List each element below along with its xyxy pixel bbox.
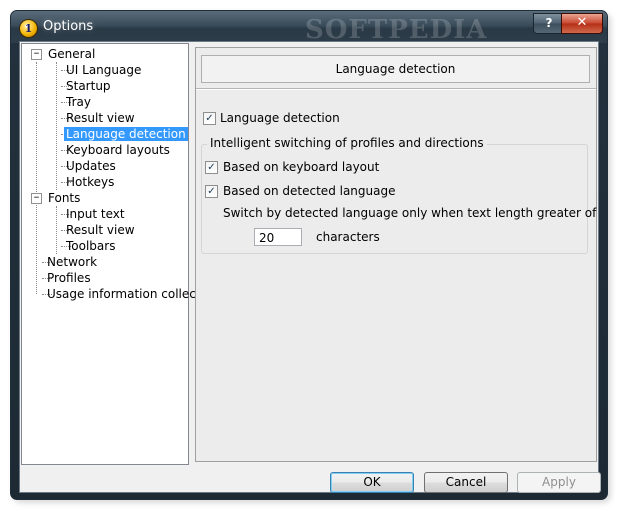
window-title: Options — [43, 19, 94, 34]
tree-item-startup[interactable]: Startup — [64, 78, 113, 94]
tree-item-label: Input text — [66, 207, 125, 221]
characters-label: characters — [316, 230, 380, 244]
tree-item-label: General — [48, 47, 96, 61]
tree-item-ui-language[interactable]: UI Language — [64, 62, 143, 78]
tree-item-network[interactable]: Network — [45, 254, 99, 270]
header-separator — [196, 88, 596, 90]
ok-button[interactable]: OK — [330, 472, 414, 493]
close-button[interactable]: ✕ — [561, 13, 603, 34]
keyboard-layout-checkbox[interactable]: ✓ — [205, 161, 218, 174]
group-title: Intelligent switching of profiles and di… — [207, 136, 487, 150]
tree-item-updates[interactable]: Updates — [64, 158, 118, 174]
options-tree[interactable]: − General UI Language Startup Tray Resul… — [21, 43, 219, 465]
tree-item-label: Updates — [66, 159, 116, 173]
tree-item-label: Profiles — [47, 271, 91, 285]
panel-header: Language detection — [201, 55, 590, 83]
tree-item-keyboard-layouts[interactable]: Keyboard layouts — [64, 142, 172, 158]
intelligent-switching-group: Intelligent switching of profiles and di… — [201, 136, 596, 254]
tree-item-fonts-result-view[interactable]: Result view — [64, 222, 137, 238]
tree-item-hotkeys[interactable]: Hotkeys — [64, 174, 116, 190]
language-detection-label: Language detection — [220, 111, 340, 125]
tree-item-label: Network — [47, 255, 98, 269]
tree-item-general[interactable]: General — [46, 46, 97, 62]
tree-item-label: Keyboard layouts — [66, 143, 170, 157]
cancel-button[interactable]: Cancel — [424, 472, 508, 493]
tree-item-label: Result view — [66, 223, 135, 237]
settings-panel: Language detection ✓ Language detection … — [195, 47, 597, 462]
text-length-input[interactable]: 20 — [254, 228, 302, 246]
detected-language-checkbox[interactable]: ✓ — [205, 185, 218, 198]
tree-item-profiles[interactable]: Profiles — [45, 270, 93, 286]
switch-threshold-text: Switch by detected language only when te… — [223, 206, 597, 220]
tree-item-input-text[interactable]: Input text — [64, 206, 127, 222]
apply-button[interactable]: Apply — [517, 472, 601, 493]
tree-item-label: Hotkeys — [66, 175, 115, 189]
tree-line — [56, 62, 57, 190]
tree-item-label: Fonts — [48, 191, 81, 205]
tree-item-label: Startup — [66, 79, 111, 93]
title-bar[interactable]: 1 Options SOFTPEDIA ? ✕ — [11, 11, 607, 45]
tree-item-fonts[interactable]: Fonts — [46, 190, 82, 206]
collapse-general-icon[interactable]: − — [31, 49, 42, 60]
tree-item-toolbars[interactable]: Toolbars — [64, 238, 117, 254]
dialog-client-area: − General UI Language Startup Tray Resul… — [19, 41, 601, 493]
language-detection-checkbox[interactable]: ✓ — [203, 112, 216, 125]
tree-line — [36, 62, 37, 294]
keyboard-layout-label: Based on keyboard layout — [223, 160, 380, 174]
tree-item-label: Language detection — [64, 127, 188, 141]
tree-item-label: Result view — [66, 111, 135, 125]
tree-line — [56, 206, 57, 254]
tree-item-result-view[interactable]: Result view — [64, 110, 137, 126]
app-logo-icon: 1 — [19, 19, 38, 38]
tree-item-label: Toolbars — [66, 239, 116, 253]
collapse-fonts-icon[interactable]: − — [31, 193, 42, 204]
tree-item-label: Tray — [66, 95, 91, 109]
tree-item-label: UI Language — [66, 63, 142, 77]
tree-item-language-detection[interactable]: Language detection — [64, 126, 188, 142]
options-window: 1 Options SOFTPEDIA ? ✕ − General UI Lan… — [10, 10, 608, 500]
tree-item-tray[interactable]: Tray — [64, 94, 93, 110]
detected-language-label: Based on detected language — [223, 184, 396, 198]
